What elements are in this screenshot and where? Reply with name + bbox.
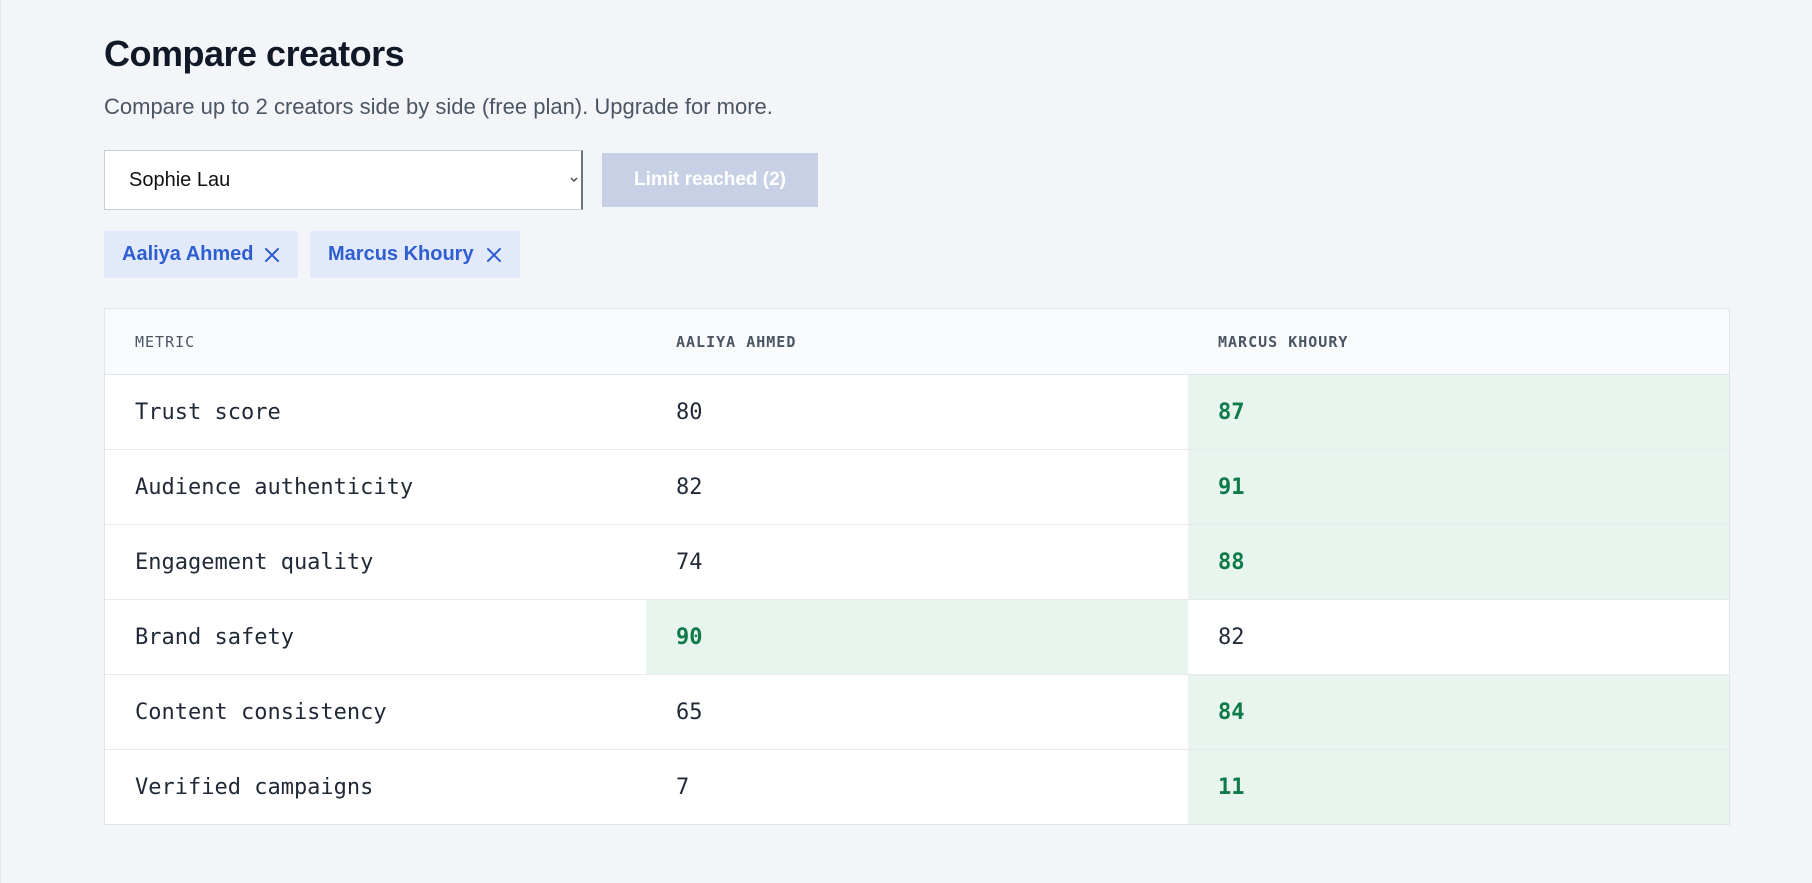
- close-icon[interactable]: [484, 245, 504, 265]
- table-row: Brand safety 90 82: [105, 599, 1729, 675]
- metric-value-cell: 87: [1188, 374, 1729, 450]
- metric-value-cell: 88: [1188, 524, 1729, 600]
- metric-name-cell: Verified campaigns: [105, 749, 646, 824]
- comparison-table: METRIC AALIYA AHMED MARCUS KHOURY Trust …: [104, 308, 1730, 825]
- table-row: Trust score 80 87: [105, 374, 1729, 450]
- metric-name-cell: Audience authenticity: [105, 449, 646, 525]
- metric-value-cell: 80: [676, 399, 703, 425]
- chevron-down-icon: [570, 177, 578, 182]
- table-row: Engagement quality 74 88: [105, 524, 1729, 600]
- metric-value-cell: 82: [1188, 599, 1729, 675]
- table-row: Content consistency 65 84: [105, 674, 1729, 750]
- metric-name-cell: Brand safety: [105, 599, 646, 675]
- metric-name-cell: Trust score: [135, 399, 281, 425]
- creator-chip: Marcus Khoury: [310, 231, 520, 278]
- page-title: Compare creators: [104, 33, 405, 74]
- column-header-creator: AALIYA AHMED: [646, 309, 1188, 375]
- table-header-row: METRIC AALIYA AHMED MARCUS KHOURY: [105, 309, 1729, 375]
- add-creator-button[interactable]: Limit reached (2): [602, 153, 818, 207]
- column-header-metric: METRIC: [105, 309, 646, 375]
- metric-value-cell: 74: [646, 524, 1188, 600]
- creator-chip: Aaliya Ahmed: [104, 231, 298, 278]
- table-row: Verified campaigns 7 11: [105, 749, 1729, 824]
- metric-value-cell: 84: [1188, 674, 1729, 750]
- metric-value-cell: 7: [646, 749, 1188, 824]
- creator-chip-label: Aaliya Ahmed: [122, 243, 254, 265]
- metric-value-cell: 11: [1188, 749, 1729, 824]
- page-subtitle: Compare up to 2 creators side by side (f…: [104, 94, 773, 119]
- metric-name-cell: Content consistency: [105, 674, 646, 750]
- metric-name-cell: Engagement quality: [105, 524, 646, 600]
- table-row: Audience authenticity 82 91: [105, 449, 1729, 525]
- metric-value-cell: 90: [646, 599, 1188, 675]
- metric-value-cell: 91: [1188, 449, 1729, 525]
- creator-select-value: Sophie Lau: [129, 168, 231, 191]
- column-header-creator: MARCUS KHOURY: [1188, 309, 1729, 375]
- close-icon[interactable]: [262, 245, 282, 265]
- creator-select[interactable]: Sophie Lau: [104, 150, 583, 210]
- creator-chip-label: Marcus Khoury: [328, 243, 474, 265]
- metric-value-cell: 82: [646, 449, 1188, 525]
- metric-value-cell: 65: [646, 674, 1188, 750]
